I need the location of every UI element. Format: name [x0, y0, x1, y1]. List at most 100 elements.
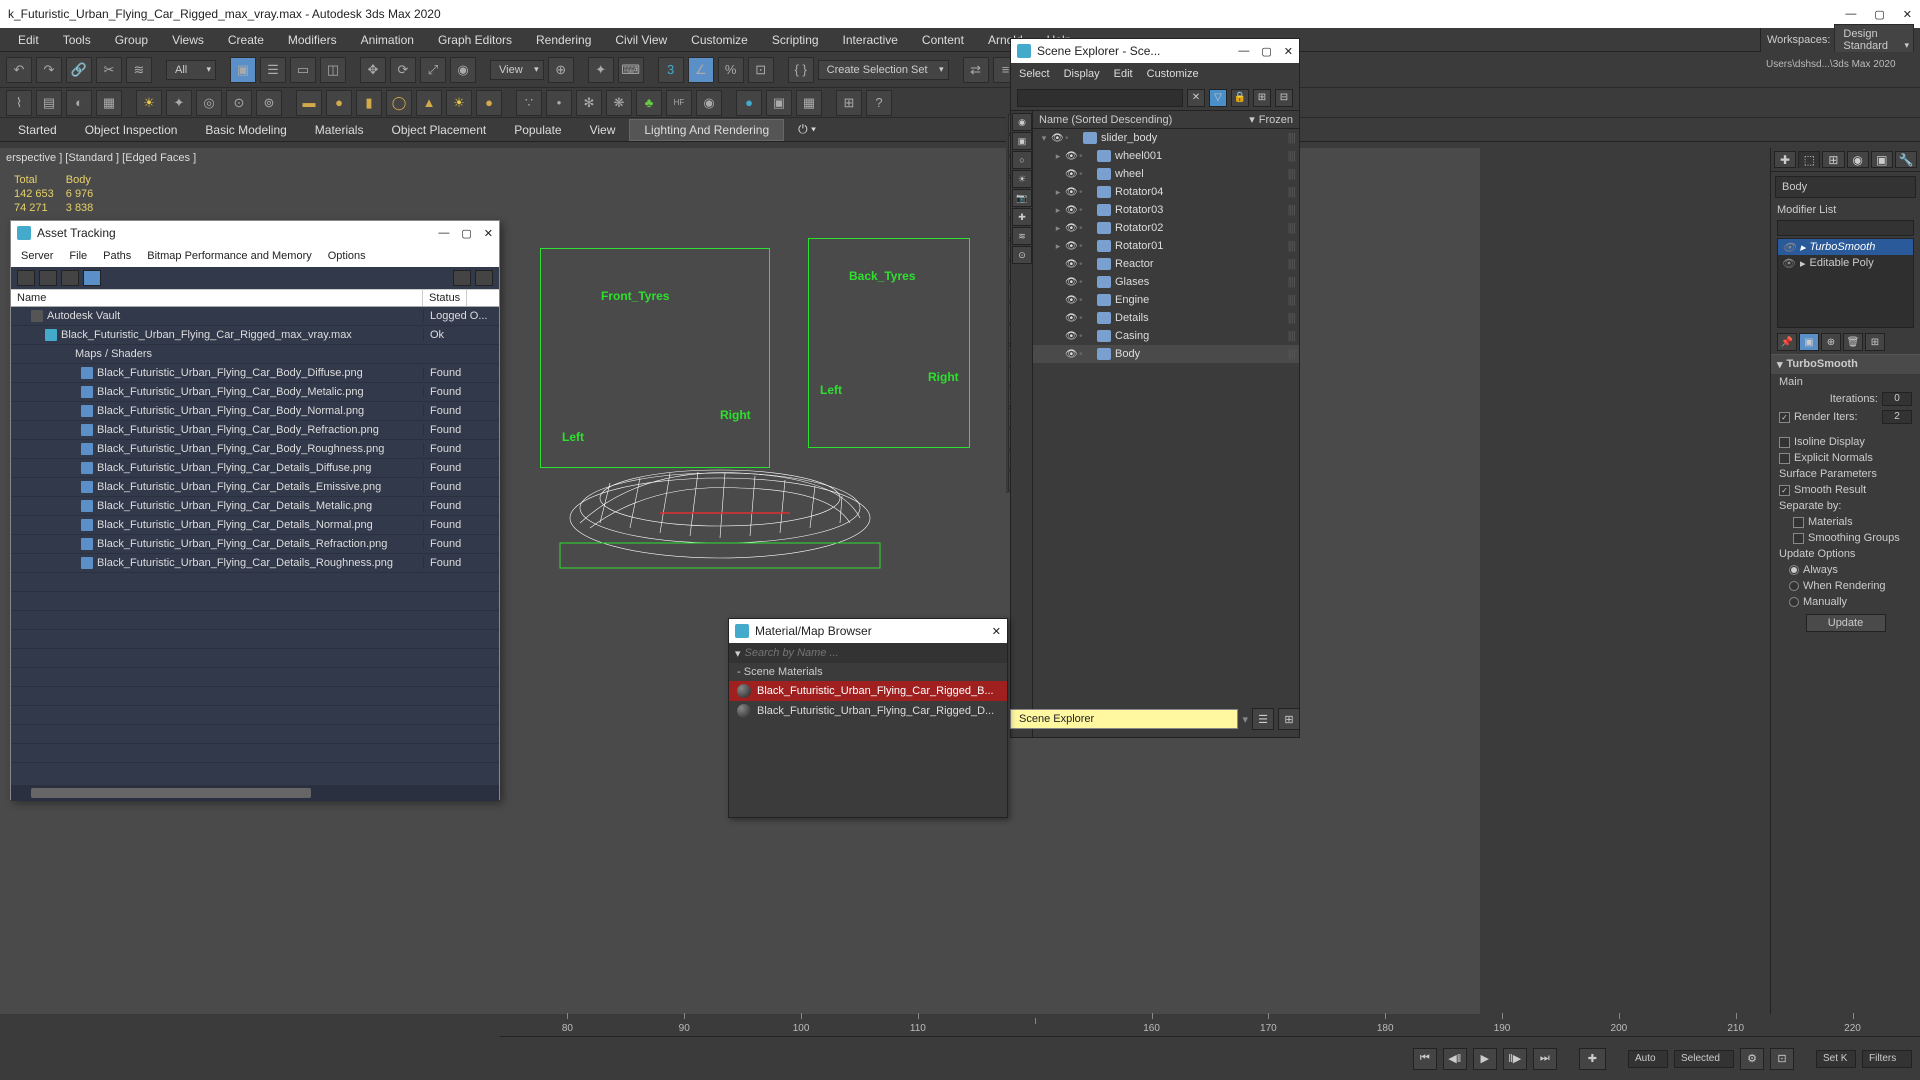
material-titlebar[interactable]: Material/Map Browser ✕ — [729, 619, 1007, 643]
light5-icon[interactable]: ⊚ — [256, 90, 282, 116]
tree-item[interactable]: ▸👁•Rotator02|||| — [1033, 219, 1299, 237]
asset-col-status[interactable]: Status — [423, 290, 467, 306]
tab-create[interactable]: ✚ — [1774, 151, 1796, 168]
ribbon-toggle[interactable]: ⏻ ▾ — [784, 119, 830, 140]
key-filters-button[interactable]: Filters — [1862, 1050, 1912, 1068]
sphere-prim-icon[interactable]: ● — [326, 90, 352, 116]
filter-geom-icon[interactable]: ▣ — [1012, 132, 1032, 150]
selected-dropdown[interactable]: Selected — [1674, 1050, 1734, 1068]
keyboard-icon[interactable]: ⌨ — [618, 57, 644, 83]
asset-row[interactable]: Black_Futuristic_Urban_Flying_Car_Detail… — [11, 497, 499, 516]
cone-prim-icon[interactable]: ▲ — [416, 90, 442, 116]
tree-item[interactable]: ▸👁•wheel001|||| — [1033, 147, 1299, 165]
asset-row[interactable]: Autodesk VaultLogged O... — [11, 307, 499, 326]
update-manual-radio[interactable] — [1789, 597, 1799, 607]
tree-item[interactable]: ▸👁•Rotator04|||| — [1033, 183, 1299, 201]
menu-animation[interactable]: Animation — [349, 30, 426, 50]
play-icon[interactable]: ▶ — [1473, 1048, 1497, 1070]
timeline-tick[interactable]: 100 — [744, 1017, 859, 1034]
timeline-tick[interactable]: 200 — [1561, 1017, 1676, 1034]
se-menu-edit[interactable]: Edit — [1114, 68, 1133, 80]
scene-explorer-search-input[interactable] — [1017, 89, 1183, 107]
asset-row[interactable]: Black_Futuristic_Urban_Flying_Car_Detail… — [11, 554, 499, 573]
remove-mod-icon[interactable]: 🗑 — [1843, 333, 1863, 351]
timeline-tick[interactable] — [977, 1022, 1092, 1028]
timeline-tick[interactable]: 110 — [860, 1017, 975, 1034]
menu-civil-view[interactable]: Civil View — [603, 30, 679, 50]
asset-menu-file[interactable]: File — [69, 250, 87, 262]
menu-edit[interactable]: Edit — [6, 30, 51, 50]
asset-maximize-button[interactable]: ▢ — [461, 227, 471, 240]
tree-item[interactable]: 👁•wheel|||| — [1033, 165, 1299, 183]
iterations-spinner[interactable]: 0 — [1882, 392, 1912, 406]
sun-icon[interactable]: ☀ — [446, 90, 472, 116]
move-icon[interactable]: ✥ — [360, 57, 386, 83]
render-frame-icon[interactable]: ▦ — [796, 90, 822, 116]
set-key-button[interactable]: Set K — [1816, 1050, 1856, 1068]
spinner-snap-icon[interactable]: ⊡ — [748, 57, 774, 83]
asset-row[interactable]: Maps / Shaders — [11, 345, 499, 364]
filter-helpers-icon[interactable]: ✚ — [1012, 208, 1032, 226]
se-menu-select[interactable]: Select — [1019, 68, 1050, 80]
asset-menu-paths[interactable]: Paths — [103, 250, 131, 262]
timeline-tick[interactable]: 190 — [1445, 1017, 1560, 1034]
material-search-input[interactable] — [745, 647, 1001, 659]
se-close-button[interactable]: ✕ — [1284, 45, 1293, 58]
menu-tools[interactable]: Tools — [51, 30, 103, 50]
se-col-name[interactable]: Name (Sorted Descending) — [1039, 114, 1172, 126]
asset-row[interactable]: Black_Futuristic_Urban_Flying_Car_Detail… — [11, 459, 499, 478]
cyl-prim-icon[interactable]: ▮ — [356, 90, 382, 116]
update-always-radio[interactable] — [1789, 565, 1799, 575]
material-category[interactable]: - Scene Materials — [729, 663, 1007, 681]
smooth-result-checkbox[interactable]: ✓ — [1779, 485, 1790, 496]
tree-item[interactable]: 👁•Details|||| — [1033, 309, 1299, 327]
sep-smoothing-checkbox[interactable] — [1793, 533, 1804, 544]
modifier-list-dropdown[interactable] — [1777, 220, 1914, 236]
material-item[interactable]: Black_Futuristic_Urban_Flying_Car_Rigged… — [729, 681, 1007, 701]
scene-explorer-header[interactable]: Name (Sorted Descending) ▾ Frozen — [1033, 111, 1299, 129]
tab-view[interactable]: View — [576, 120, 630, 140]
asset-menu-bitmap-performance-and-memory[interactable]: Bitmap Performance and Memory — [147, 250, 311, 262]
asset-row[interactable]: Black_Futuristic_Urban_Flying_Car_Detail… — [11, 478, 499, 497]
light4-icon[interactable]: ⊙ — [226, 90, 252, 116]
tree-item[interactable]: 👁•Body|||| — [1033, 345, 1299, 363]
render-iters-checkbox[interactable]: ✓ — [1779, 412, 1790, 423]
menu-rendering[interactable]: Rendering — [524, 30, 603, 50]
goto-end-icon[interactable]: ⏭ — [1533, 1048, 1557, 1070]
layers-toggle-icon[interactable]: ☰ — [1252, 708, 1274, 730]
selection-set-dropdown[interactable]: Create Selection Set — [818, 60, 949, 80]
modifier-stack[interactable]: 👁▸TurboSmooth👁▸Editable Poly — [1777, 238, 1914, 328]
make-unique-icon[interactable]: ⊕ — [1821, 333, 1841, 351]
menu-create[interactable]: Create — [216, 30, 276, 50]
mirror-icon[interactable]: ⇄ — [963, 57, 989, 83]
tab-basic-modeling[interactable]: Basic Modeling — [191, 120, 300, 140]
asset-col-name[interactable]: Name — [11, 290, 423, 306]
tab-started[interactable]: Started — [4, 120, 71, 140]
close-button[interactable]: ✕ — [1903, 8, 1912, 21]
asset-row[interactable]: Black_Futuristic_Urban_Flying_Car_Body_M… — [11, 383, 499, 402]
asset-hscrollbar[interactable] — [11, 785, 499, 801]
render-setup-icon[interactable]: ▦ — [96, 90, 122, 116]
se-menu-display[interactable]: Display — [1064, 68, 1100, 80]
goto-start-icon[interactable]: ⏮ — [1413, 1048, 1437, 1070]
auto-key-button[interactable]: Auto — [1628, 1050, 1668, 1068]
asset-menu-options[interactable]: Options — [328, 250, 366, 262]
asset-tree[interactable]: Autodesk VaultLogged O... Black_Futuristi… — [11, 307, 499, 785]
material-item[interactable]: Black_Futuristic_Urban_Flying_Car_Rigged… — [729, 701, 1007, 721]
key-filters-icon[interactable]: ⚙ — [1740, 1048, 1764, 1070]
menu-views[interactable]: Views — [160, 30, 216, 50]
maximize-button[interactable]: ▢ — [1874, 8, 1884, 21]
tree-item[interactable]: 👁•Glases|||| — [1033, 273, 1299, 291]
tree-item[interactable]: ▸👁•Rotator01|||| — [1033, 237, 1299, 255]
object-name-field[interactable]: Body — [1775, 176, 1916, 198]
tab-utilities[interactable]: 🔧 — [1895, 151, 1917, 168]
light-icon[interactable]: ☀ — [136, 90, 162, 116]
curve-editor-icon[interactable]: ⌇ — [6, 90, 32, 116]
tree-item[interactable]: 👁•Engine|||| — [1033, 291, 1299, 309]
filter-bone-icon[interactable]: ⊙ — [1012, 246, 1032, 264]
redo-icon[interactable]: ↷ — [36, 57, 62, 83]
manipulate-icon[interactable]: ✦ — [588, 57, 614, 83]
tab-object-inspection[interactable]: Object Inspection — [71, 120, 192, 140]
se-menu-customize[interactable]: Customize — [1147, 68, 1199, 80]
particle3-icon[interactable]: ✻ — [576, 90, 602, 116]
